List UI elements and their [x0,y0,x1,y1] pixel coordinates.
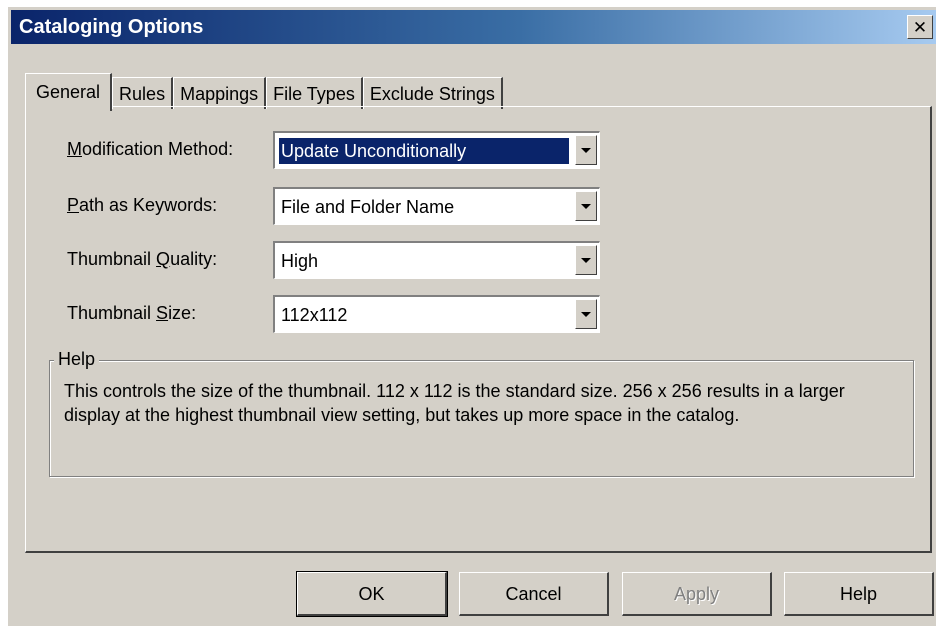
apply-button[interactable]: Apply [622,572,772,616]
tab-general[interactable]: General [25,73,113,111]
chevron-down-icon [581,204,591,209]
tab-mappings[interactable]: Mappings [173,77,267,109]
tab-exclude-strings[interactable]: Exclude Strings [362,77,503,109]
title-bar[interactable]: Cataloging Options ✕ [11,10,936,44]
tab-strip: General Rules Mappings File Types Exclud… [25,69,503,111]
help-button[interactable]: Help [784,572,934,616]
modification-method-label: Modification Method: [67,139,234,159]
chevron-down-icon [581,148,591,153]
thumbnail-size-dropdown-button[interactable] [575,299,597,329]
cancel-button[interactable]: Cancel [459,572,609,616]
thumbnail-quality-dropdown-button[interactable] [575,245,597,275]
path-as-keywords-dropdown-button[interactable] [575,191,597,221]
path-as-keywords-select[interactable]: File and Folder Name [273,187,600,225]
thumbnail-quality-select[interactable]: High [273,241,600,279]
thumbnail-quality-value: High [281,251,319,271]
tab-rules[interactable]: Rules [112,77,174,109]
path-as-keywords-label: Path as Keywords: [67,195,218,215]
thumbnail-size-label: Thumbnail Size: [67,303,197,323]
close-icon: ✕ [912,18,928,38]
cataloging-options-dialog: Cataloging Options ✕ General Rules Mappi… [7,6,936,626]
thumbnail-size-value: 112x112 [281,305,348,325]
window-title: Cataloging Options [19,16,204,38]
modification-method-select[interactable]: Update Unconditionally [273,131,600,169]
chevron-down-icon [581,312,591,317]
thumbnail-size-select[interactable]: 112x112 [273,295,600,333]
tab-file-types[interactable]: File Types [266,77,363,109]
chevron-down-icon [581,258,591,263]
modification-method-dropdown-button[interactable] [575,135,597,165]
thumbnail-quality-label: Thumbnail Quality: [67,249,218,269]
path-as-keywords-value: File and Folder Name [281,197,455,217]
modification-method-value: Update Unconditionally [278,137,570,165]
general-tab-panel: Modification Method: Update Unconditiona… [25,106,932,553]
ok-button[interactable]: OK [296,571,448,617]
close-button[interactable]: ✕ [907,15,933,39]
